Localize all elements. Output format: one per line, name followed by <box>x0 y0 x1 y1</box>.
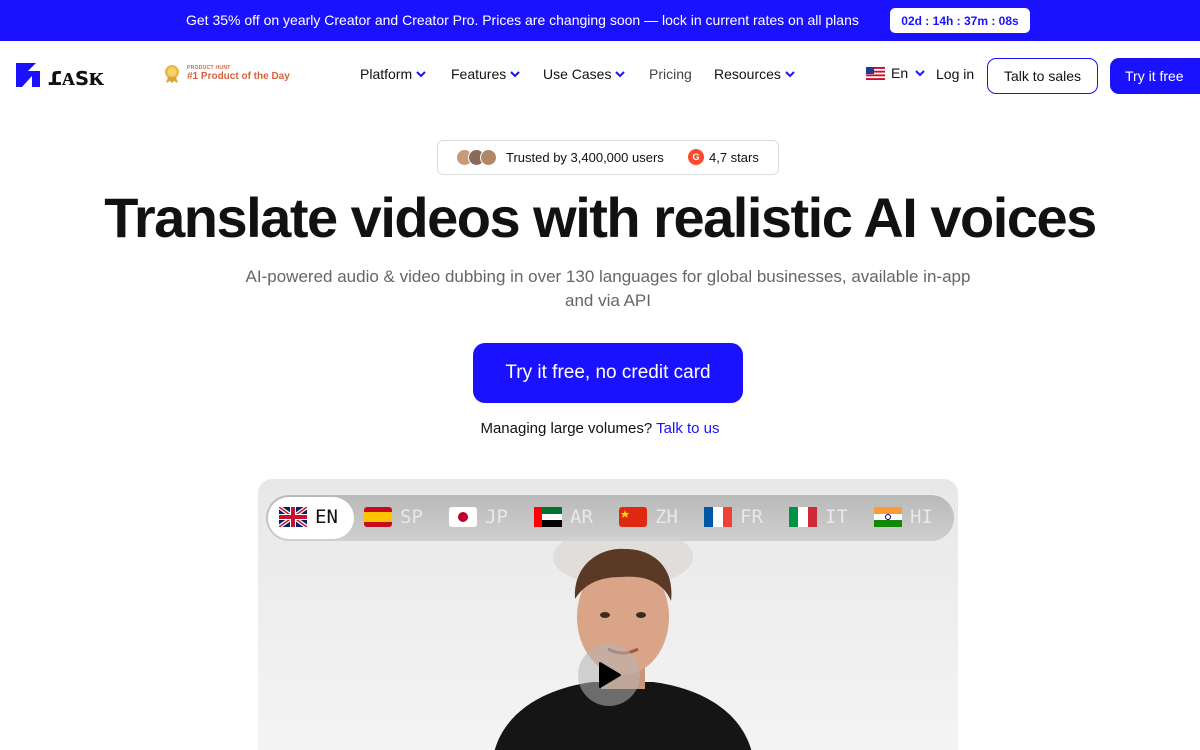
language-option-hi[interactable]: HI <box>874 506 933 528</box>
chevron-down-icon <box>615 71 626 78</box>
menu-label: Use Cases <box>543 66 612 82</box>
chevron-down-icon <box>416 71 426 78</box>
video-preview[interactable]: EN SP JP AR ZH FR IT HI <box>258 479 958 750</box>
promo-banner[interactable]: Get 35% off on yearly Creator and Creato… <box>0 0 1200 41</box>
rating-text: 4,7 stars <box>709 150 759 165</box>
uk-flag-icon <box>279 507 307 527</box>
language-option-fr[interactable]: FR <box>704 506 763 528</box>
product-hunt-title: #1 Product of the Day <box>187 71 290 82</box>
japan-flag-icon <box>449 507 477 527</box>
play-icon <box>599 662 621 688</box>
china-flag-icon <box>619 507 647 527</box>
menu-label: Resources <box>714 66 781 82</box>
avatar <box>480 149 497 166</box>
language-code: ZH <box>655 506 678 528</box>
us-flag-icon <box>866 66 885 80</box>
menu-label: Platform <box>360 66 413 82</box>
language-option-zh[interactable]: ZH <box>619 506 678 528</box>
language-option-it[interactable]: IT <box>789 506 848 528</box>
presenter-image <box>494 537 752 750</box>
menu-label: Pricing <box>649 66 692 82</box>
try-free-button[interactable]: Try it free <box>1110 58 1200 94</box>
language-code: SP <box>400 506 423 528</box>
language-code: HI <box>910 506 933 528</box>
manage-text: Managing large volumes? <box>480 420 653 437</box>
language-option-ar[interactable]: AR <box>534 506 593 528</box>
trust-badge: Trusted by 3,400,000 users G 4,7 stars <box>437 140 779 175</box>
medal-icon <box>165 65 179 83</box>
menu-features[interactable]: Features <box>451 66 521 82</box>
manage-volumes: Managing large volumes? Talk to us <box>0 420 1200 437</box>
menu-label: Features <box>451 66 507 82</box>
countdown-timer: 02d : 14h : 37m : 08s <box>890 8 1030 33</box>
try-free-cta-button[interactable]: Try it free, no credit card <box>473 343 743 403</box>
language-code: IT <box>825 506 848 528</box>
language-label: En <box>891 65 909 81</box>
language-option-sp[interactable]: SP <box>364 506 423 528</box>
g2-icon: G <box>688 149 704 165</box>
language-code: JP <box>485 506 508 528</box>
menu-resources[interactable]: Resources <box>714 66 796 82</box>
language-selector[interactable]: En <box>866 65 926 81</box>
hero-title: Translate videos with realistic AI voice… <box>104 186 1097 249</box>
brand-logo[interactable]: ɾᴀsᴋ <box>16 63 152 87</box>
italy-flag-icon <box>789 507 817 527</box>
language-switcher: EN SP JP AR ZH FR IT HI <box>266 495 954 541</box>
trusted-users-text: Trusted by 3,400,000 users <box>506 150 664 165</box>
talk-to-us-link[interactable]: Talk to us <box>656 420 719 437</box>
language-option-jp[interactable]: JP <box>449 506 508 528</box>
menu-use-cases[interactable]: Use Cases <box>543 66 626 82</box>
india-flag-icon <box>874 507 902 527</box>
main-nav: ɾᴀsᴋ PRODUCT HUNT #1 Product of the Day … <box>0 41 1200 107</box>
menu-platform[interactable]: Platform <box>360 66 427 82</box>
play-button[interactable] <box>578 644 640 706</box>
spain-flag-icon <box>364 507 392 527</box>
language-option-en[interactable]: EN <box>279 506 338 528</box>
language-code: FR <box>740 506 763 528</box>
svg-text:ɾᴀsᴋ: ɾᴀsᴋ <box>47 63 105 87</box>
promo-text: Get 35% off on yearly Creator and Creato… <box>186 12 859 28</box>
talk-to-sales-button[interactable]: Talk to sales <box>987 58 1098 94</box>
chevron-down-icon <box>915 70 925 77</box>
product-hunt-badge[interactable]: PRODUCT HUNT #1 Product of the Day <box>163 64 290 84</box>
language-code: EN <box>315 506 338 528</box>
menu-pricing[interactable]: Pricing <box>649 66 692 82</box>
language-code: AR <box>570 506 593 528</box>
user-avatars <box>456 149 497 166</box>
uae-flag-icon <box>534 507 562 527</box>
chevron-down-icon <box>510 71 520 78</box>
rask-logo-icon: ɾᴀsᴋ <box>16 63 106 87</box>
france-flag-icon <box>704 507 732 527</box>
login-link[interactable]: Log in <box>936 66 974 82</box>
hero-subtitle: AI-powered audio & video dubbing in over… <box>245 267 971 310</box>
chevron-down-icon <box>785 71 795 78</box>
